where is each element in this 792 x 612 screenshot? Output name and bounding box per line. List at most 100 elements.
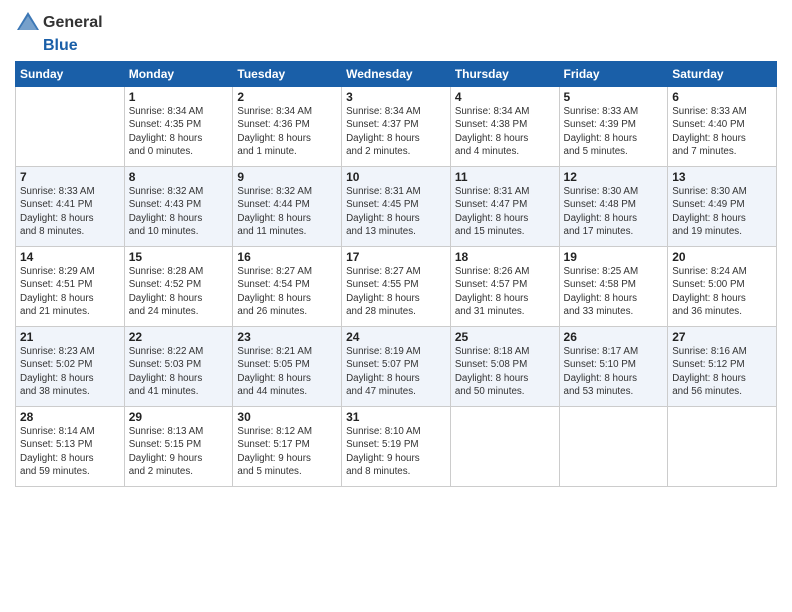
week-row-4: 21 Sunrise: 8:23 AMSunset: 5:02 PMDaylig…: [16, 327, 777, 407]
day-info: Sunrise: 8:33 AMSunset: 4:39 PMDaylight:…: [564, 105, 664, 158]
table-cell: 27 Sunrise: 8:16 AMSunset: 5:12 PMDaylig…: [668, 327, 777, 407]
table-cell: 24 Sunrise: 8:19 AMSunset: 5:07 PMDaylig…: [342, 327, 451, 407]
day-info: Sunrise: 8:31 AMSunset: 4:45 PMDaylight:…: [346, 185, 446, 238]
day-number: 27: [672, 330, 772, 344]
table-cell: 4 Sunrise: 8:34 AMSunset: 4:38 PMDayligh…: [450, 87, 559, 167]
day-info: Sunrise: 8:21 AMSunset: 5:05 PMDaylight:…: [237, 345, 337, 398]
day-number: 6: [672, 90, 772, 104]
day-info: Sunrise: 8:34 AMSunset: 4:38 PMDaylight:…: [455, 105, 555, 158]
day-info: Sunrise: 8:29 AMSunset: 4:51 PMDaylight:…: [20, 265, 120, 318]
day-number: 10: [346, 170, 446, 184]
table-cell: 18 Sunrise: 8:26 AMSunset: 4:57 PMDaylig…: [450, 247, 559, 327]
header-tuesday: Tuesday: [233, 62, 342, 87]
table-cell: 1 Sunrise: 8:34 AMSunset: 4:35 PMDayligh…: [124, 87, 233, 167]
table-cell: 2 Sunrise: 8:34 AMSunset: 4:36 PMDayligh…: [233, 87, 342, 167]
table-cell: 28 Sunrise: 8:14 AMSunset: 5:13 PMDaylig…: [16, 407, 125, 487]
header-monday: Monday: [124, 62, 233, 87]
table-cell: 22 Sunrise: 8:22 AMSunset: 5:03 PMDaylig…: [124, 327, 233, 407]
day-info: Sunrise: 8:34 AMSunset: 4:36 PMDaylight:…: [237, 105, 337, 158]
day-info: Sunrise: 8:12 AMSunset: 5:17 PMDaylight:…: [237, 425, 337, 478]
day-number: 31: [346, 410, 446, 424]
day-info: Sunrise: 8:17 AMSunset: 5:10 PMDaylight:…: [564, 345, 664, 398]
day-info: Sunrise: 8:14 AMSunset: 5:13 PMDaylight:…: [20, 425, 120, 478]
day-number: 7: [20, 170, 120, 184]
day-number: 20: [672, 250, 772, 264]
table-cell: 25 Sunrise: 8:18 AMSunset: 5:08 PMDaylig…: [450, 327, 559, 407]
day-info: Sunrise: 8:31 AMSunset: 4:47 PMDaylight:…: [455, 185, 555, 238]
table-cell: 20 Sunrise: 8:24 AMSunset: 5:00 PMDaylig…: [668, 247, 777, 327]
table-cell: 14 Sunrise: 8:29 AMSunset: 4:51 PMDaylig…: [16, 247, 125, 327]
weekday-header-row: Sunday Monday Tuesday Wednesday Thursday…: [16, 62, 777, 87]
day-info: Sunrise: 8:27 AMSunset: 4:54 PMDaylight:…: [237, 265, 337, 318]
day-info: Sunrise: 8:24 AMSunset: 5:00 PMDaylight:…: [672, 265, 772, 318]
day-number: 24: [346, 330, 446, 344]
day-number: 3: [346, 90, 446, 104]
week-row-1: 1 Sunrise: 8:34 AMSunset: 4:35 PMDayligh…: [16, 87, 777, 167]
day-number: 28: [20, 410, 120, 424]
header-thursday: Thursday: [450, 62, 559, 87]
day-number: 2: [237, 90, 337, 104]
day-info: Sunrise: 8:34 AMSunset: 4:37 PMDaylight:…: [346, 105, 446, 158]
day-number: 23: [237, 330, 337, 344]
table-cell: 26 Sunrise: 8:17 AMSunset: 5:10 PMDaylig…: [559, 327, 668, 407]
day-info: Sunrise: 8:30 AMSunset: 4:48 PMDaylight:…: [564, 185, 664, 238]
day-number: 13: [672, 170, 772, 184]
table-cell: 5 Sunrise: 8:33 AMSunset: 4:39 PMDayligh…: [559, 87, 668, 167]
week-row-2: 7 Sunrise: 8:33 AMSunset: 4:41 PMDayligh…: [16, 167, 777, 247]
table-cell: 23 Sunrise: 8:21 AMSunset: 5:05 PMDaylig…: [233, 327, 342, 407]
table-cell: 12 Sunrise: 8:30 AMSunset: 4:48 PMDaylig…: [559, 167, 668, 247]
table-cell: 7 Sunrise: 8:33 AMSunset: 4:41 PMDayligh…: [16, 167, 125, 247]
day-number: 8: [129, 170, 229, 184]
table-cell: 21 Sunrise: 8:23 AMSunset: 5:02 PMDaylig…: [16, 327, 125, 407]
day-number: 18: [455, 250, 555, 264]
day-number: 17: [346, 250, 446, 264]
day-info: Sunrise: 8:33 AMSunset: 4:41 PMDaylight:…: [20, 185, 120, 238]
day-info: Sunrise: 8:22 AMSunset: 5:03 PMDaylight:…: [129, 345, 229, 398]
day-info: Sunrise: 8:10 AMSunset: 5:19 PMDaylight:…: [346, 425, 446, 478]
day-info: Sunrise: 8:34 AMSunset: 4:35 PMDaylight:…: [129, 105, 229, 158]
day-number: 26: [564, 330, 664, 344]
header-friday: Friday: [559, 62, 668, 87]
week-row-5: 28 Sunrise: 8:14 AMSunset: 5:13 PMDaylig…: [16, 407, 777, 487]
logo-blue: Blue: [43, 36, 103, 55]
day-number: 29: [129, 410, 229, 424]
day-info: Sunrise: 8:27 AMSunset: 4:55 PMDaylight:…: [346, 265, 446, 318]
table-cell: 15 Sunrise: 8:28 AMSunset: 4:52 PMDaylig…: [124, 247, 233, 327]
table-cell: 6 Sunrise: 8:33 AMSunset: 4:40 PMDayligh…: [668, 87, 777, 167]
day-info: Sunrise: 8:26 AMSunset: 4:57 PMDaylight:…: [455, 265, 555, 318]
table-cell: [668, 407, 777, 487]
table-cell: 17 Sunrise: 8:27 AMSunset: 4:55 PMDaylig…: [342, 247, 451, 327]
day-info: Sunrise: 8:25 AMSunset: 4:58 PMDaylight:…: [564, 265, 664, 318]
day-number: 22: [129, 330, 229, 344]
table-cell: 8 Sunrise: 8:32 AMSunset: 4:43 PMDayligh…: [124, 167, 233, 247]
table-cell: 16 Sunrise: 8:27 AMSunset: 4:54 PMDaylig…: [233, 247, 342, 327]
day-info: Sunrise: 8:32 AMSunset: 4:44 PMDaylight:…: [237, 185, 337, 238]
day-info: Sunrise: 8:16 AMSunset: 5:12 PMDaylight:…: [672, 345, 772, 398]
table-cell: 19 Sunrise: 8:25 AMSunset: 4:58 PMDaylig…: [559, 247, 668, 327]
page: General Blue Sunday Monday Tuesday Wedne…: [0, 0, 792, 612]
header: General Blue: [15, 10, 777, 55]
day-info: Sunrise: 8:13 AMSunset: 5:15 PMDaylight:…: [129, 425, 229, 478]
day-number: 14: [20, 250, 120, 264]
header-wednesday: Wednesday: [342, 62, 451, 87]
day-number: 25: [455, 330, 555, 344]
week-row-3: 14 Sunrise: 8:29 AMSunset: 4:51 PMDaylig…: [16, 247, 777, 327]
table-cell: 29 Sunrise: 8:13 AMSunset: 5:15 PMDaylig…: [124, 407, 233, 487]
day-number: 15: [129, 250, 229, 264]
day-number: 1: [129, 90, 229, 104]
table-cell: 13 Sunrise: 8:30 AMSunset: 4:49 PMDaylig…: [668, 167, 777, 247]
day-number: 30: [237, 410, 337, 424]
day-number: 11: [455, 170, 555, 184]
calendar-table: Sunday Monday Tuesday Wednesday Thursday…: [15, 61, 777, 487]
logo: General Blue: [15, 10, 103, 55]
table-cell: 9 Sunrise: 8:32 AMSunset: 4:44 PMDayligh…: [233, 167, 342, 247]
day-info: Sunrise: 8:23 AMSunset: 5:02 PMDaylight:…: [20, 345, 120, 398]
table-cell: 11 Sunrise: 8:31 AMSunset: 4:47 PMDaylig…: [450, 167, 559, 247]
table-cell: 30 Sunrise: 8:12 AMSunset: 5:17 PMDaylig…: [233, 407, 342, 487]
logo-general: General: [43, 13, 103, 32]
table-cell: [16, 87, 125, 167]
day-number: 19: [564, 250, 664, 264]
table-cell: 3 Sunrise: 8:34 AMSunset: 4:37 PMDayligh…: [342, 87, 451, 167]
table-cell: [559, 407, 668, 487]
day-info: Sunrise: 8:18 AMSunset: 5:08 PMDaylight:…: [455, 345, 555, 398]
